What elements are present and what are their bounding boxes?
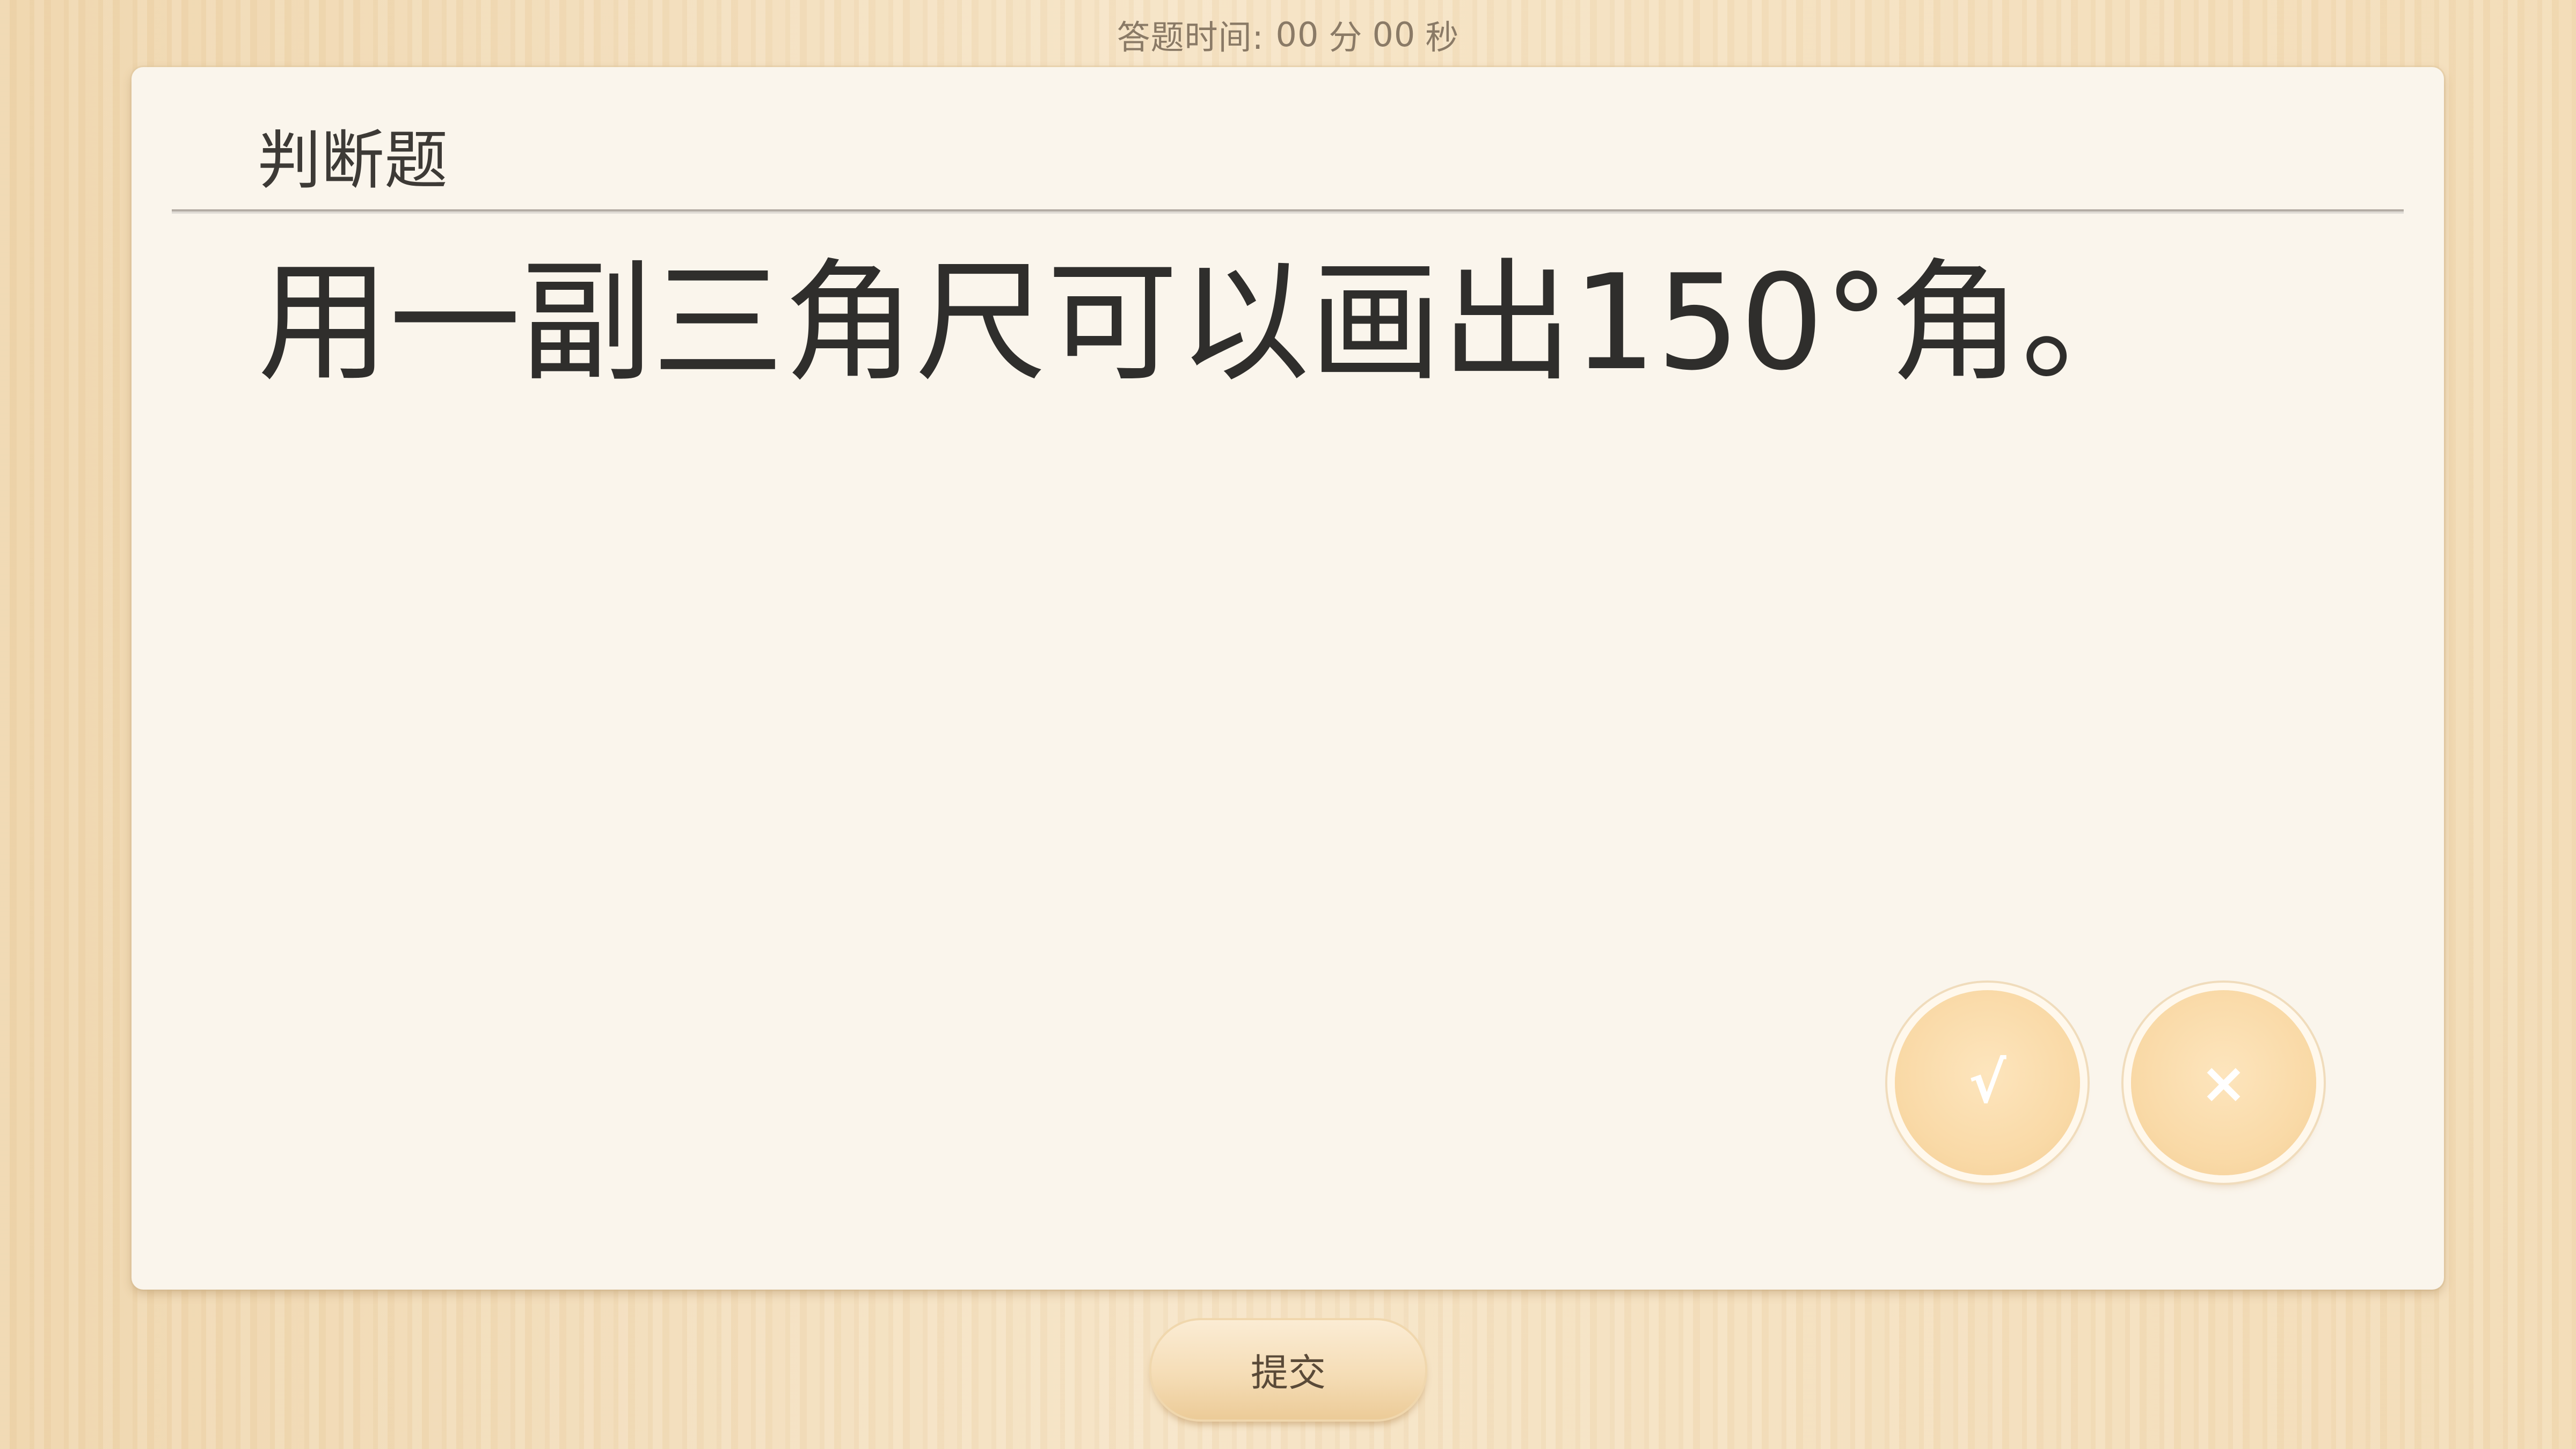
answer-timer: 答题时间: 00 分 00 秒	[0, 8, 2576, 61]
question-type-title: 判断题	[258, 123, 448, 197]
submit-button[interactable]: 提交	[1151, 1320, 1425, 1419]
cross-icon: ×	[2200, 1050, 2247, 1116]
timer-seconds-unit: 秒	[1425, 18, 1460, 57]
timer-label: 答题时间:	[1116, 18, 1264, 57]
true-answer-button[interactable]: √	[1895, 990, 2080, 1175]
check-icon: √	[1968, 1050, 2006, 1116]
timer-minutes-unit: 分	[1329, 18, 1363, 57]
timer-seconds: 00	[1372, 14, 1416, 54]
submit-label: 提交	[1251, 1351, 1326, 1395]
question-text: 用一副三角尺可以画出150°角。	[258, 246, 2153, 399]
title-divider	[172, 209, 2404, 214]
question-card: 判断题 用一副三角尺可以画出150°角。 √ ×	[132, 67, 2444, 1290]
false-answer-button[interactable]: ×	[2131, 990, 2316, 1175]
timer-minutes: 00	[1275, 14, 1319, 54]
